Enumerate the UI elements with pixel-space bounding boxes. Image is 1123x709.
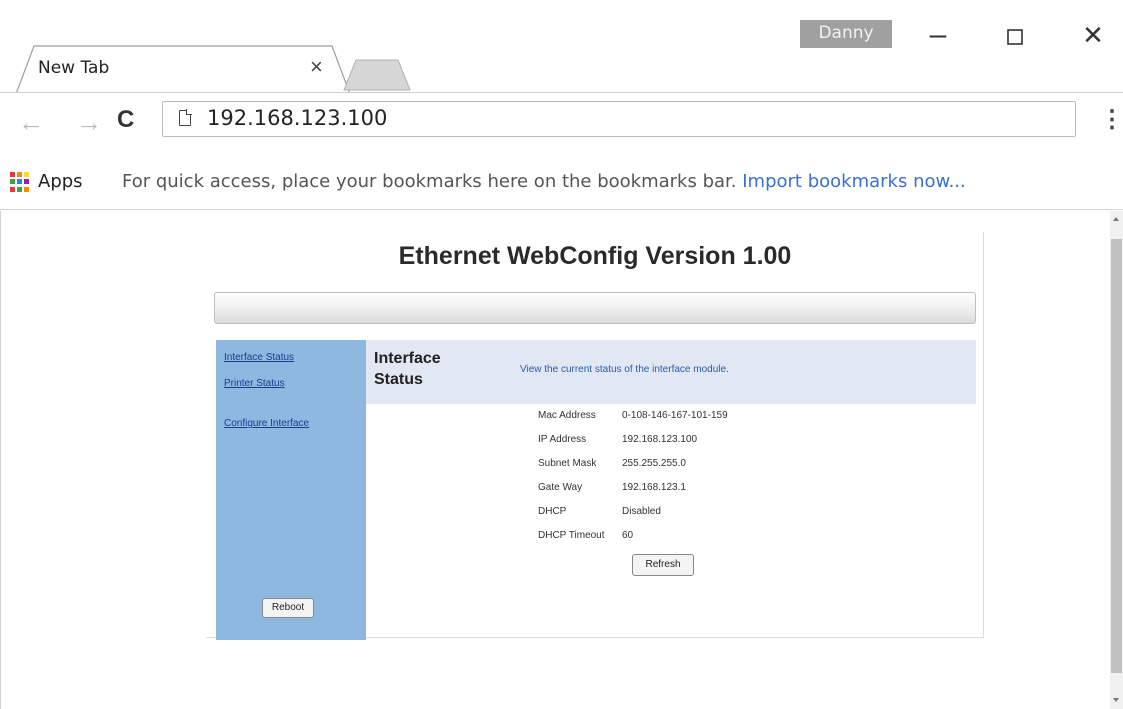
scroll-down-arrow-icon[interactable] — [1113, 698, 1119, 702]
bookmarks-hint: For quick access, place your bookmarks h… — [122, 171, 966, 192]
apps-grid-dot — [17, 186, 22, 192]
apps-grid-dot — [24, 179, 29, 185]
apps-grid-icon[interactable] — [10, 172, 30, 192]
status-value: 0-108-146-167-101-159 — [622, 410, 728, 421]
webconfig-frame: Ethernet WebConfig Version 1.00 Interfac… — [206, 232, 984, 640]
status-value: Disabled — [622, 506, 661, 517]
webconfig-title: Ethernet WebConfig Version 1.00 — [398, 242, 792, 270]
section-header: Interface Status View the current status… — [366, 340, 976, 404]
vertical-scrollbar[interactable] — [1110, 211, 1123, 709]
apps-grid-dot — [24, 186, 29, 192]
new-tab-button[interactable] — [342, 58, 412, 92]
apps-grid-dot — [17, 179, 22, 185]
status-label: IP Address — [538, 434, 587, 445]
browser-toolbar: ← → C 192.168.123.100 ⋮ — [0, 92, 1123, 148]
status-label: Gate Way — [538, 482, 583, 493]
tab-title: New Tab — [38, 58, 110, 78]
url-text[interactable]: 192.168.123.100 — [207, 106, 387, 130]
apps-grid-dot — [17, 172, 22, 177]
apps-grid-dot — [10, 179, 15, 185]
apps-grid-dot — [10, 172, 15, 177]
menu-icon[interactable]: ⋮ — [1100, 105, 1123, 134]
close-window-icon[interactable]: ✕ — [1073, 20, 1113, 54]
status-label: Subnet Mask — [538, 458, 597, 469]
address-bar[interactable]: 192.168.123.100 — [162, 101, 1076, 137]
tab-close-icon[interactable]: × — [310, 54, 323, 80]
maximize-icon[interactable] — [995, 20, 1035, 54]
status-value: 60 — [622, 530, 634, 541]
scroll-up-arrow-icon[interactable] — [1113, 217, 1119, 221]
minimize-icon[interactable]: – — [918, 18, 958, 52]
status-label: DHCP — [538, 506, 567, 517]
bookmarks-hint-text: For quick access, place your bookmarks h… — [122, 171, 737, 192]
apps-grid-dot — [10, 186, 15, 192]
nav-configure-interface[interactable]: Configure Interface — [224, 418, 309, 429]
bookmarks-bar: Apps For quick access, place your bookma… — [0, 148, 1123, 210]
forward-arrow-icon[interactable]: → — [76, 107, 102, 138]
page-icon — [179, 109, 192, 126]
status-value: 192.168.123.1 — [622, 482, 686, 493]
refresh-button[interactable]: Refresh — [632, 554, 694, 576]
reload-icon[interactable]: C — [117, 106, 134, 134]
section-description: View the current status of the interface… — [520, 364, 729, 375]
nav-printer-status[interactable]: Printer Status — [224, 378, 285, 389]
scroll-thumb[interactable] — [1111, 239, 1122, 673]
back-arrow-icon[interactable]: ← — [18, 107, 44, 138]
status-value: 192.168.123.100 — [622, 434, 698, 445]
reboot-button[interactable]: Reboot — [262, 598, 314, 618]
section-title: Interface Status — [374, 350, 441, 388]
status-label: Mac Address — [538, 410, 596, 421]
import-bookmarks-link[interactable]: Import bookmarks now... — [742, 171, 965, 192]
browser-titlebar: New Tab × Danny – ✕ — [0, 0, 1123, 94]
nav-interface-status[interactable]: Interface Status — [224, 352, 294, 363]
apps-label[interactable]: Apps — [38, 171, 83, 192]
status-value: 255.255.255.0 — [622, 458, 686, 469]
status-label: DHCP Timeout — [538, 530, 605, 541]
webconfig-banner — [214, 292, 976, 324]
webconfig-nav: Interface Status Printer Status Configur… — [216, 340, 366, 640]
maximize-square — [1007, 29, 1023, 45]
apps-grid-dot — [24, 172, 29, 177]
profile-button[interactable]: Danny — [800, 20, 892, 48]
